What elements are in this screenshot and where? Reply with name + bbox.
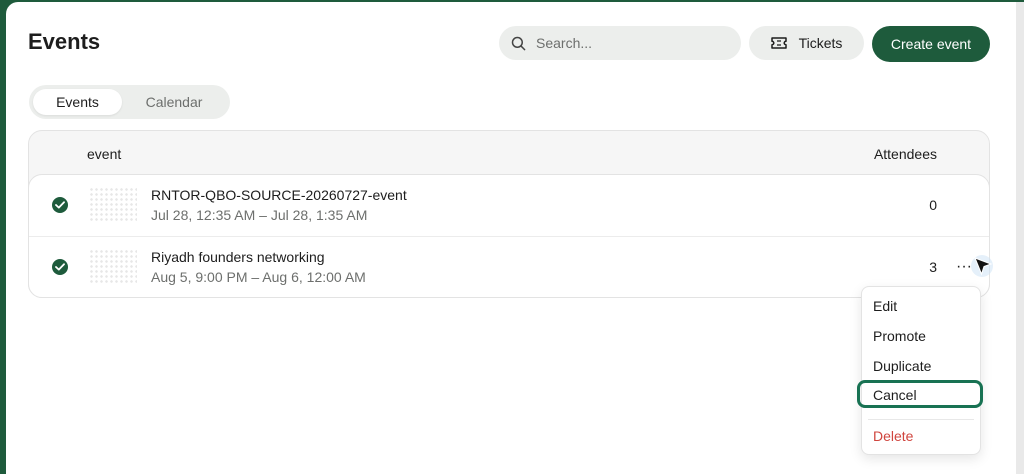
page-title: Events — [28, 29, 101, 54]
table-row[interactable]: RNTOR-QBO-SOURCE-20260727-event Jul 28, … — [29, 175, 989, 236]
app-window: Events Tickets Create event Events Calen… — [6, 2, 1024, 474]
events-table: event Attendees RNTOR-QBO-SOURCE-2026072… — [28, 130, 990, 298]
event-date: Jul 28, 12:35 AM – Jul 28, 1:35 AM — [151, 207, 368, 223]
scrollbar-track[interactable] — [1016, 2, 1024, 474]
event-title[interactable]: RNTOR-QBO-SOURCE-20260727-event — [151, 187, 407, 203]
tickets-button[interactable]: Tickets — [749, 26, 864, 60]
table-row[interactable]: Riyadh founders networking Aug 5, 9:00 P… — [29, 236, 989, 298]
menu-divider — [868, 419, 974, 420]
check-circle-icon — [52, 197, 68, 213]
event-thumbnail — [89, 249, 137, 285]
event-thumbnail — [89, 187, 137, 223]
menu-item-promote[interactable]: Promote — [862, 322, 980, 350]
view-toggle: Events Calendar — [29, 85, 230, 119]
menu-item-cancel[interactable]: Cancel — [857, 380, 983, 408]
event-title[interactable]: Riyadh founders networking — [151, 249, 325, 265]
tickets-label: Tickets — [798, 35, 843, 51]
menu-item-edit[interactable]: Edit — [862, 292, 980, 320]
column-header-event[interactable]: event — [87, 146, 121, 162]
column-header-attendees[interactable]: Attendees — [874, 146, 937, 162]
toggle-events[interactable]: Events — [33, 89, 122, 115]
search-input[interactable] — [534, 34, 728, 52]
toggle-calendar[interactable]: Calendar — [122, 89, 226, 115]
mouse-pointer-icon — [971, 255, 993, 277]
search-icon — [511, 36, 526, 50]
attendee-count: 0 — [929, 197, 937, 213]
create-event-button[interactable]: Create event — [872, 26, 990, 62]
event-date: Aug 5, 9:00 PM – Aug 6, 12:00 AM — [151, 269, 366, 285]
menu-item-duplicate[interactable]: Duplicate — [862, 352, 980, 380]
row-actions-menu: Edit Promote Duplicate Cancel Delete — [857, 286, 983, 455]
attendee-count: 3 — [929, 259, 937, 275]
ticket-icon — [770, 37, 787, 49]
menu-item-delete[interactable]: Delete — [862, 422, 980, 450]
table-body: RNTOR-QBO-SOURCE-20260727-event Jul 28, … — [28, 174, 990, 298]
search-box[interactable] — [499, 26, 741, 60]
check-circle-icon — [52, 259, 68, 275]
